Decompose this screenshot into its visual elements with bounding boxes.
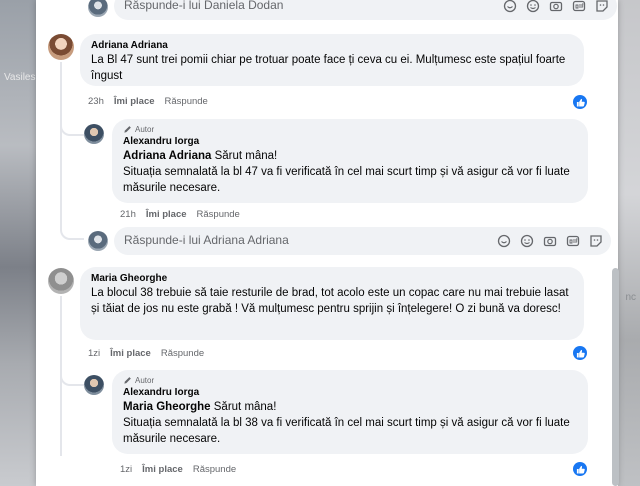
pencil-icon [124, 126, 131, 133]
background-text: nc [625, 292, 636, 303]
like-button[interactable]: Îmi place [142, 464, 183, 475]
background-page-left: Vasiles [0, 0, 40, 486]
reply-author[interactable]: Alexandru Iorga [123, 386, 577, 399]
reply-author[interactable]: Alexandru Iorga [123, 135, 577, 148]
comment-actions: 1zi Îmi place Răspunde [88, 348, 204, 359]
like-button[interactable]: Îmi place [146, 209, 187, 220]
camera-icon[interactable] [549, 0, 563, 13]
reply-input-icons [503, 0, 609, 13]
comment-time[interactable]: 1zi [88, 348, 100, 359]
like-reaction-icon[interactable] [573, 95, 587, 109]
avatar-sticker-icon[interactable] [497, 234, 511, 248]
like-reaction-icon[interactable] [573, 346, 587, 360]
comment-text: La Bl 47 sunt trei pomii chiar pe trotua… [91, 54, 566, 82]
like-button[interactable]: Îmi place [110, 348, 151, 359]
author-badge-label: Autor [135, 376, 155, 385]
reply-bubble: Autor Alexandru Iorga Adriana Adriana Să… [112, 119, 588, 203]
comment-bubble: Maria Gheorghe La blocul 38 trebuie să t… [80, 267, 584, 340]
commenter-avatar[interactable] [48, 268, 74, 294]
like-button[interactable]: Îmi place [114, 96, 155, 107]
gif-icon[interactable] [566, 234, 580, 248]
current-user-avatar[interactable] [88, 231, 108, 251]
emoji-icon[interactable] [526, 0, 540, 13]
reply-button[interactable]: Răspunde [193, 464, 236, 475]
thread-curve [60, 96, 84, 136]
author-avatar[interactable] [84, 124, 104, 144]
reply-button[interactable]: Răspunde [165, 96, 208, 107]
reply-button[interactable]: Răspunde [161, 348, 204, 359]
reply-input-icons [497, 234, 603, 248]
reply-time[interactable]: 1zi [120, 464, 132, 475]
comment-text: La blocul 38 trebuie să taie resturile d… [91, 287, 569, 315]
reply-button[interactable]: Răspunde [197, 209, 240, 220]
sticker-icon[interactable] [595, 0, 609, 13]
sticker-icon[interactable] [589, 234, 603, 248]
author-badge: Autor [123, 375, 577, 386]
reply-greeting: Sărut mâna! [210, 401, 277, 413]
reply-placeholder: Răspunde-i lui Daniela Dodan [124, 0, 284, 12]
like-reaction-icon[interactable] [573, 462, 587, 476]
comments-panel: Răspunde-i lui Daniela Dodan Adriana Adr… [36, 0, 618, 486]
reply-greeting: Sărut mâna! [211, 150, 278, 162]
author-badge: Autor [123, 124, 577, 135]
reply-input-adriana[interactable]: Răspunde-i lui Adriana Adriana [114, 227, 611, 255]
reply-actions: 21h Îmi place Răspunde [120, 209, 240, 220]
reply-time[interactable]: 21h [120, 209, 136, 220]
author-avatar[interactable] [84, 375, 104, 395]
reply-text: Situația semnalată la bl 38 va fi verifi… [123, 417, 570, 445]
reply-bubble: Autor Alexandru Iorga Maria Gheorghe Săr… [112, 370, 588, 454]
reply-actions: 1zi Îmi place Răspunde [120, 464, 236, 475]
reply-input-daniela[interactable]: Răspunde-i lui Daniela Dodan [114, 0, 617, 20]
reply-placeholder: Răspunde-i lui Adriana Adriana [124, 233, 289, 247]
thread-curve [60, 346, 84, 386]
reply-text: Situația semnalată la bl 47 va fi verifi… [123, 166, 570, 194]
comment-author[interactable]: Maria Gheorghe [91, 272, 573, 285]
background-text: Vasiles [4, 72, 36, 83]
comment-time[interactable]: 23h [88, 96, 104, 107]
reply-text-line: Adriana Adriana Sărut mâna! [123, 148, 577, 164]
comment-bubble: Adriana Adriana La Bl 47 sunt trei pomii… [80, 34, 584, 86]
background-page-right: nc [618, 0, 640, 486]
emoji-icon[interactable] [520, 234, 534, 248]
avatar-sticker-icon[interactable] [503, 0, 517, 13]
commenter-avatar[interactable] [48, 34, 74, 60]
comment-author[interactable]: Adriana Adriana [91, 39, 573, 52]
comment-actions: 23h Îmi place Răspunde [88, 96, 208, 107]
gif-icon[interactable] [572, 0, 586, 13]
camera-icon[interactable] [543, 234, 557, 248]
author-badge-label: Autor [135, 125, 155, 134]
current-user-avatar[interactable] [88, 0, 108, 17]
reply-mention[interactable]: Maria Gheorghe [123, 401, 211, 413]
thread-curve [60, 196, 84, 240]
pencil-icon [124, 377, 131, 384]
scrollbar-thumb[interactable] [612, 268, 619, 486]
reply-mention[interactable]: Adriana Adriana [123, 150, 211, 162]
reply-text-line: Maria Gheorghe Sărut mâna! [123, 399, 577, 415]
